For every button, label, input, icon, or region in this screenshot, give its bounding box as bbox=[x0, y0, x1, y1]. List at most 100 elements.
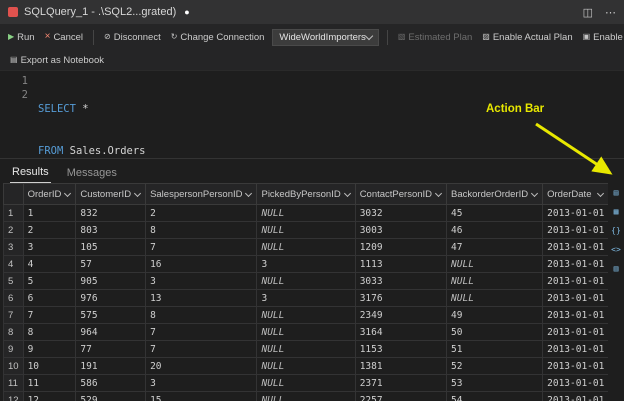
grid-cell[interactable]: NULL bbox=[256, 221, 356, 239]
grid-cell[interactable]: 2257 bbox=[354, 391, 448, 401]
chevron-down-icon[interactable] bbox=[531, 189, 539, 198]
grid-cell[interactable]: 2 bbox=[145, 204, 258, 222]
column-header-salespersonpersonid[interactable]: SalespersonPersonID bbox=[145, 183, 258, 205]
editor-layout-icon[interactable]: ◫ bbox=[583, 6, 593, 19]
row-number[interactable]: 10 bbox=[3, 357, 24, 375]
save-xml-icon[interactable]: <> bbox=[610, 244, 623, 256]
grid-cell[interactable]: 11 bbox=[22, 374, 77, 392]
grid-cell[interactable]: 976 bbox=[75, 289, 147, 307]
save-excel-icon[interactable]: ▦ bbox=[610, 206, 623, 218]
grid-cell[interactable]: 46 bbox=[446, 221, 544, 239]
grid-cell[interactable]: 3 bbox=[145, 374, 258, 392]
chevron-down-icon[interactable] bbox=[64, 189, 72, 198]
grid-cell[interactable]: 47 bbox=[446, 238, 544, 256]
grid-cell[interactable]: 964 bbox=[75, 323, 147, 341]
grid-cell[interactable]: 1 bbox=[22, 204, 77, 222]
row-number[interactable]: 6 bbox=[3, 289, 24, 307]
chevron-down-icon[interactable] bbox=[343, 189, 351, 198]
row-number[interactable]: 1 bbox=[3, 204, 24, 222]
grid-cell[interactable]: NULL bbox=[256, 323, 356, 341]
tab-messages[interactable]: Messages bbox=[65, 164, 119, 183]
grid-cell[interactable]: 2013-01-01 bbox=[542, 323, 608, 341]
row-number[interactable]: 8 bbox=[3, 323, 24, 341]
grid-cell[interactable]: 8 bbox=[145, 221, 258, 239]
grid-cell[interactable]: 2349 bbox=[354, 306, 448, 324]
grid-cell[interactable]: 10 bbox=[22, 357, 77, 375]
grid-cell[interactable]: 54 bbox=[446, 391, 544, 401]
grid-cell[interactable]: 6 bbox=[22, 289, 77, 307]
grid-cell[interactable]: 3 bbox=[256, 255, 356, 273]
grid-cell[interactable]: 803 bbox=[75, 221, 147, 239]
grid-cell[interactable]: 77 bbox=[75, 340, 147, 358]
grid-cell[interactable]: 832 bbox=[75, 204, 147, 222]
grid-cell[interactable]: 2013-01-01 bbox=[542, 289, 608, 307]
grid-cell[interactable]: 9 bbox=[22, 340, 77, 358]
estimated-plan-button[interactable]: ▧ Estimated Plan bbox=[396, 30, 474, 45]
grid-cell[interactable]: 52 bbox=[446, 357, 544, 375]
grid-cell[interactable]: NULL bbox=[256, 204, 356, 222]
column-header-backorderorderid[interactable]: BackorderOrderID bbox=[446, 183, 544, 205]
grid-cell[interactable]: 8 bbox=[22, 323, 77, 341]
chevron-down-icon[interactable] bbox=[134, 189, 142, 198]
grid-cell[interactable]: NULL bbox=[446, 272, 544, 290]
grid-cell[interactable]: 2013-01-01 bbox=[542, 391, 608, 401]
grid-cell[interactable]: 105 bbox=[75, 238, 147, 256]
grid-cell[interactable]: 2013-01-01 bbox=[542, 255, 608, 273]
grid-cell[interactable]: 50 bbox=[446, 323, 544, 341]
grid-cell[interactable]: 20 bbox=[145, 357, 258, 375]
grid-cell[interactable]: 191 bbox=[75, 357, 147, 375]
grid-corner[interactable] bbox=[3, 183, 24, 205]
grid-cell[interactable]: 7 bbox=[22, 306, 77, 324]
grid-cell[interactable]: 3 bbox=[22, 238, 77, 256]
grid-cell[interactable]: 2013-01-01 bbox=[542, 272, 608, 290]
grid-cell[interactable]: 2 bbox=[22, 221, 77, 239]
grid-cell[interactable]: 2013-01-01 bbox=[542, 374, 608, 392]
enable-actual-plan-button[interactable]: ▨ Enable Actual Plan bbox=[480, 30, 574, 45]
grid-cell[interactable]: 2013-01-01 bbox=[542, 238, 608, 256]
grid-cell[interactable]: NULL bbox=[256, 357, 356, 375]
grid-cell[interactable]: 7 bbox=[145, 238, 258, 256]
row-number[interactable]: 11 bbox=[3, 374, 24, 392]
row-number[interactable]: 5 bbox=[3, 272, 24, 290]
grid-cell[interactable]: 2013-01-01 bbox=[542, 221, 608, 239]
grid-cell[interactable]: 1381 bbox=[354, 357, 448, 375]
grid-cell[interactable]: 529 bbox=[75, 391, 147, 401]
run-button[interactable]: ▶ Run bbox=[6, 30, 37, 45]
grid-cell[interactable]: NULL bbox=[446, 289, 544, 307]
grid-cell[interactable]: 7 bbox=[145, 340, 258, 358]
row-number[interactable]: 7 bbox=[3, 306, 24, 324]
grid-cell[interactable]: 3 bbox=[256, 289, 356, 307]
grid-cell[interactable]: 1209 bbox=[354, 238, 448, 256]
enable-sqlcmd-button[interactable]: ▣ Enable SQLCMD bbox=[581, 30, 624, 45]
more-actions-icon[interactable]: ⋯ bbox=[605, 6, 616, 19]
row-number[interactable]: 4 bbox=[3, 255, 24, 273]
save-csv-icon[interactable]: ▤ bbox=[610, 187, 623, 199]
grid-cell[interactable]: 49 bbox=[446, 306, 544, 324]
cancel-button[interactable]: × Cancel bbox=[43, 30, 85, 45]
grid-cell[interactable]: 8 bbox=[145, 306, 258, 324]
grid-cell[interactable]: 3032 bbox=[354, 204, 448, 222]
row-number[interactable]: 3 bbox=[3, 238, 24, 256]
column-header-orderid[interactable]: OrderID bbox=[22, 183, 77, 205]
chevron-down-icon[interactable] bbox=[245, 189, 253, 198]
grid-cell[interactable]: 45 bbox=[446, 204, 544, 222]
grid-cell[interactable]: 2013-01-01 bbox=[542, 340, 608, 358]
grid-cell[interactable]: 905 bbox=[75, 272, 147, 290]
grid-cell[interactable]: 575 bbox=[75, 306, 147, 324]
column-header-contactpersonid[interactable]: ContactPersonID bbox=[354, 183, 448, 205]
grid-cell[interactable]: 2013-01-01 bbox=[542, 204, 608, 222]
column-header-orderdate[interactable]: OrderDate bbox=[542, 183, 608, 205]
grid-cell[interactable]: 53 bbox=[446, 374, 544, 392]
grid-cell[interactable]: 5 bbox=[22, 272, 77, 290]
grid-cell[interactable]: NULL bbox=[256, 272, 356, 290]
grid-cell[interactable]: NULL bbox=[446, 255, 544, 273]
tab-results[interactable]: Results bbox=[10, 163, 51, 183]
grid-cell[interactable]: 1113 bbox=[354, 255, 448, 273]
save-json-icon[interactable]: {} bbox=[610, 225, 623, 237]
grid-cell[interactable]: NULL bbox=[256, 238, 356, 256]
grid-cell[interactable]: NULL bbox=[256, 391, 356, 401]
grid-cell[interactable]: NULL bbox=[256, 374, 356, 392]
grid-cell[interactable]: 3164 bbox=[354, 323, 448, 341]
grid-cell[interactable]: 13 bbox=[145, 289, 258, 307]
grid-cell[interactable]: NULL bbox=[256, 306, 356, 324]
